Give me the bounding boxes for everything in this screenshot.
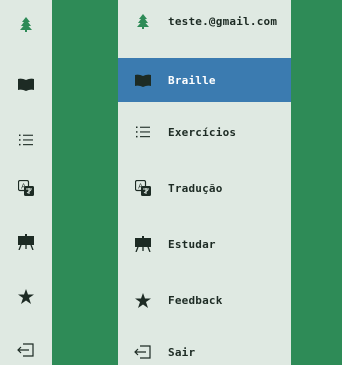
- drawer-item-label: Estudar: [168, 237, 216, 251]
- expanded-nav-drawer: teste.@gmail.com Braille Exercícios A Tr: [118, 0, 291, 365]
- list-icon: [19, 134, 33, 146]
- tree-logo-icon: [118, 13, 168, 29]
- drawer-item-label: Braille: [168, 73, 216, 87]
- drawer-item-sair[interactable]: Sair: [118, 330, 291, 365]
- collapsed-nav-rail: A: [0, 0, 52, 365]
- star-icon: [18, 288, 34, 304]
- rail-avatar[interactable]: [0, 0, 52, 48]
- drawer-item-braille[interactable]: Braille: [118, 58, 291, 102]
- rail-item-sair[interactable]: [0, 322, 52, 365]
- rail-item-traducao[interactable]: A: [0, 160, 52, 216]
- translate-icon: A: [118, 180, 168, 196]
- star-icon: [118, 292, 168, 308]
- drawer-item-label: Feedback: [168, 293, 223, 307]
- background-gap: [52, 0, 118, 365]
- account-email: teste.@gmail.com: [168, 14, 278, 28]
- drawer-item-label: Exercícios: [168, 125, 237, 139]
- book-icon: [18, 78, 34, 91]
- drawer-item-label: Tradução: [168, 181, 223, 195]
- easel-icon: [18, 234, 34, 250]
- easel-icon: [118, 236, 168, 252]
- rail-item-estudar[interactable]: [0, 214, 52, 270]
- logout-icon: [17, 343, 35, 357]
- drawer-item-exercicios[interactable]: Exercícios: [118, 110, 291, 154]
- drawer-item-traducao[interactable]: A Tradução: [118, 166, 291, 210]
- background-right: [291, 0, 342, 365]
- drawer-account-header[interactable]: teste.@gmail.com: [118, 0, 291, 42]
- drawer-item-label: Sair: [168, 345, 196, 359]
- drawer-item-estudar[interactable]: Estudar: [118, 222, 291, 266]
- tree-logo-icon: [19, 16, 33, 32]
- rail-item-braille[interactable]: [0, 56, 52, 112]
- book-icon: [118, 74, 168, 87]
- drawer-item-feedback[interactable]: Feedback: [118, 278, 291, 322]
- list-icon: [118, 126, 168, 138]
- logout-icon: [118, 345, 168, 359]
- translate-icon: A: [18, 180, 34, 196]
- rail-item-feedback[interactable]: [0, 268, 52, 324]
